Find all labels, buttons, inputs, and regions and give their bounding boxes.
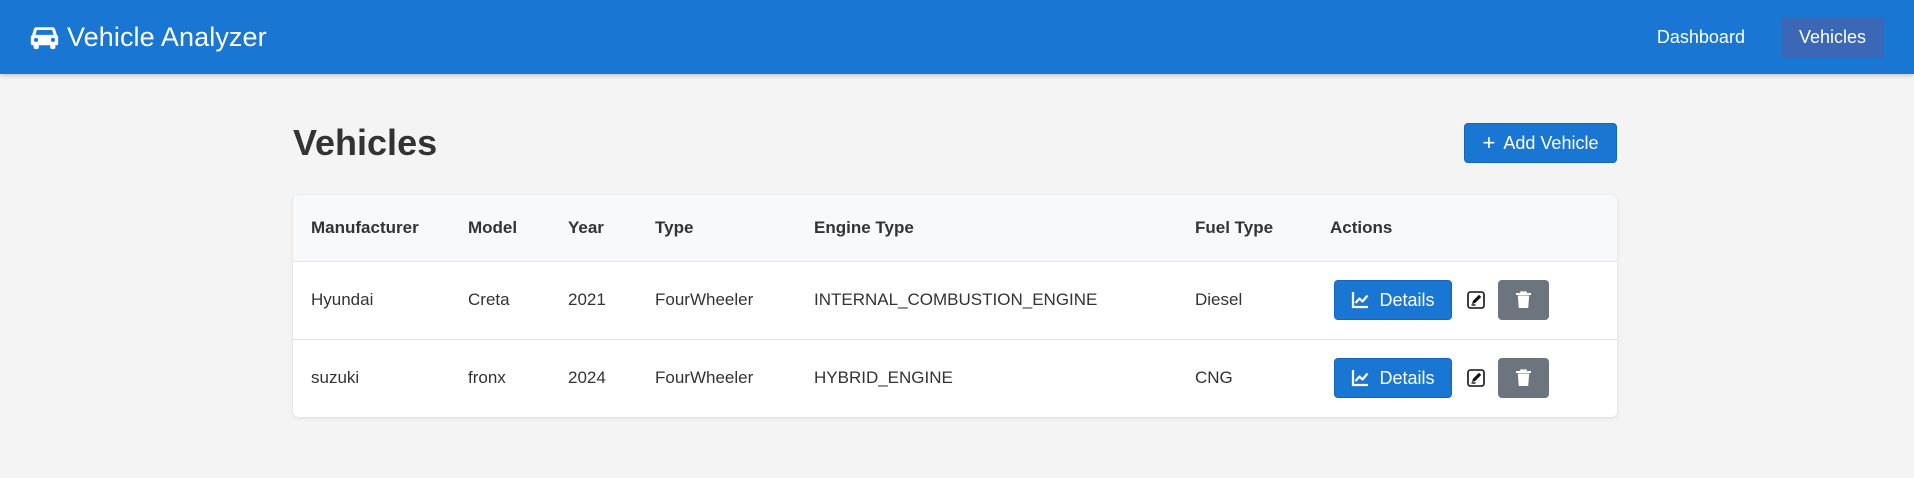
page-header: Vehicles + Add Vehicle (293, 114, 1617, 172)
chart-line-icon (1352, 370, 1369, 387)
cell-engine-type: INTERNAL_COMBUSTION_ENGINE (814, 290, 1098, 309)
column-header-type[interactable]: Type (637, 195, 796, 261)
navbar: Vehicle Analyzer Dashboard Vehicles (0, 0, 1914, 74)
table-row: Hyundai Creta 2021 FourWheeler INTERNAL_… (293, 261, 1617, 339)
cell-year: 2021 (568, 290, 606, 309)
details-label: Details (1379, 289, 1435, 310)
column-header-manufacturer[interactable]: Manufacturer (293, 195, 450, 261)
cell-actions: Details (1312, 339, 1617, 417)
column-header-engine-type[interactable]: Engine Type (796, 195, 1177, 261)
column-header-model[interactable]: Model (450, 195, 550, 261)
plus-icon: + (1482, 130, 1496, 155)
nav-link-vehicles[interactable]: Vehicles (1780, 16, 1884, 58)
chart-line-icon (1352, 292, 1369, 309)
details-button[interactable]: Details (1334, 358, 1452, 399)
cell-fuel-type: CNG (1195, 368, 1233, 388)
cell-manufacturer: suzuki (311, 368, 360, 388)
row-actions: Details (1330, 358, 1617, 399)
vehicles-table: Manufacturer Model Year Type Engine Type… (293, 195, 1617, 417)
cell-manufacturer: Hyundai (311, 290, 374, 309)
main-content: Vehicles + Add Vehicle Manufacturer Mode… (293, 114, 1617, 417)
column-header-year[interactable]: Year (550, 195, 637, 261)
car-icon (30, 26, 59, 49)
cell-type: FourWheeler (655, 368, 754, 388)
nav-links: Dashboard Vehicles (1621, 16, 1884, 58)
table-header-row: Manufacturer Model Year Type Engine Type… (293, 195, 1617, 261)
cell-actions: Details (1312, 261, 1617, 339)
add-vehicle-label: Add Vehicle (1503, 132, 1599, 153)
cell-model: Creta (468, 290, 510, 309)
cell-fuel-type: Diesel (1195, 290, 1243, 309)
table-row: suzuki fronx 2024 FourWheeler HYBRID_ENG… (293, 339, 1617, 417)
cell-type: FourWheeler (655, 290, 754, 309)
column-header-fuel-type[interactable]: Fuel Type (1177, 195, 1312, 261)
brand[interactable]: Vehicle Analyzer (30, 22, 267, 53)
cell-model: fronx (468, 368, 506, 388)
delete-button[interactable] (1498, 358, 1549, 399)
nav-link-dashboard[interactable]: Dashboard (1639, 17, 1763, 58)
brand-title: Vehicle Analyzer (67, 21, 267, 52)
trash-icon (1516, 369, 1531, 387)
cell-year: 2024 (568, 368, 606, 388)
vehicles-table-card: Manufacturer Model Year Type Engine Type… (293, 195, 1617, 417)
add-vehicle-button[interactable]: + Add Vehicle (1464, 123, 1617, 163)
cell-engine-type: HYBRID_ENGINE (814, 368, 953, 388)
details-button[interactable]: Details (1334, 280, 1452, 320)
edit-icon[interactable] (1467, 291, 1485, 309)
edit-icon[interactable] (1467, 369, 1485, 388)
details-label: Details (1379, 367, 1435, 388)
trash-icon (1516, 291, 1531, 308)
page-title: Vehicles (293, 122, 438, 163)
row-actions: Details (1330, 280, 1617, 320)
column-header-actions: Actions (1330, 217, 1393, 237)
delete-button[interactable] (1498, 280, 1549, 320)
